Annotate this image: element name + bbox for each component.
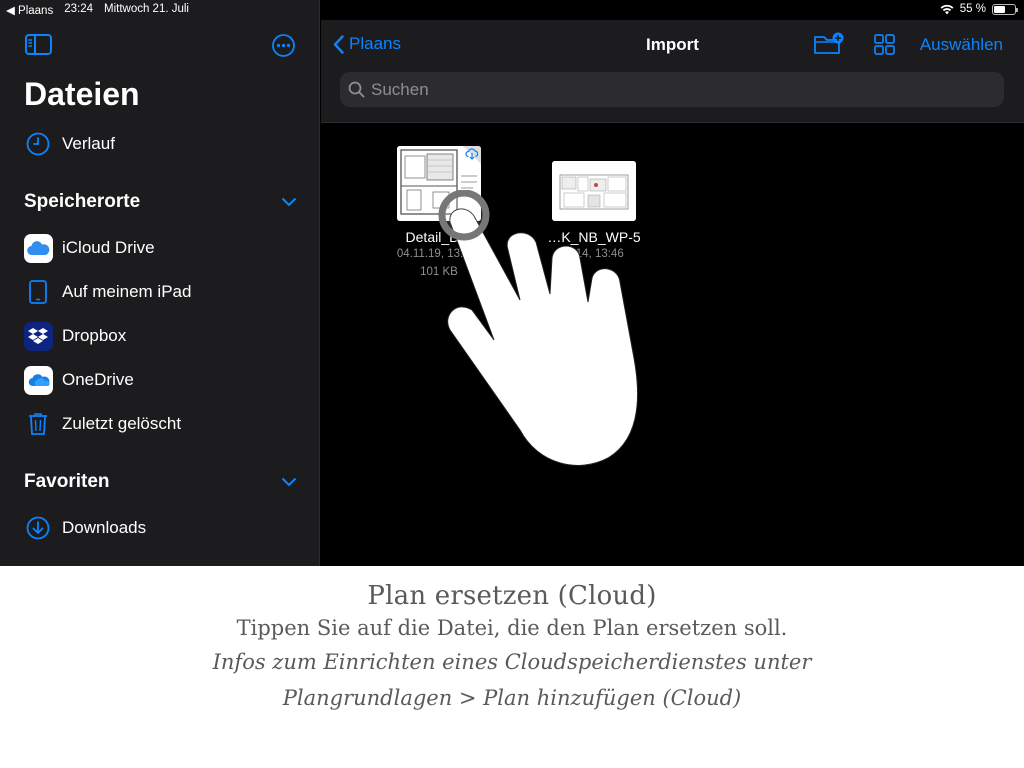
clock-icon — [23, 129, 53, 159]
ipad-screen: ◀ Plaans 23:24 Mittwoch 21. Juli 55 % Da… — [0, 0, 1024, 566]
view-toggle-button[interactable] — [874, 34, 895, 60]
sidebar: Dateien Verlauf Speicherorte iCloud Driv… — [0, 0, 320, 566]
caption-note-line-1: Infos zum Einrichten eines Cloudspeicher… — [212, 650, 812, 674]
sidebar-item-label: Dropbox — [62, 326, 127, 345]
select-button[interactable]: Auswählen — [920, 35, 1003, 55]
sidebar-item-verlauf[interactable]: Verlauf — [0, 124, 320, 164]
section-header-favorites[interactable]: Favoriten — [24, 471, 110, 493]
sidebar-item-label: iCloud Drive — [62, 238, 155, 257]
grid-icon — [874, 34, 895, 55]
more-options-icon[interactable] — [272, 34, 295, 57]
battery-fill — [994, 5, 1005, 13]
caption-text: Tippen Sie auf die Datei, die den Plan e… — [236, 616, 788, 640]
chevron-left-icon — [333, 34, 344, 54]
sidebar-item-label: OneDrive — [62, 370, 134, 389]
sidebar-item-label: Zuletzt gelöscht — [62, 414, 182, 433]
status-time: 23:24 — [64, 3, 93, 15]
caption-note-line-2: Plangrundlagen > Plan hinzufügen (Cloud) — [282, 686, 742, 710]
status-date: Mittwoch 21. Juli — [103, 3, 189, 15]
navigation-bar: Plaans Import Auswählen — [321, 20, 1024, 123]
instruction-caption: Plan ersetzen (Cloud) Tippen Sie auf die… — [0, 566, 1024, 768]
chevron-down-icon[interactable] — [281, 197, 297, 207]
download-icon — [23, 513, 53, 543]
tap-gesture-hand-icon — [438, 190, 639, 466]
new-folder-button[interactable] — [813, 32, 845, 61]
search-bar[interactable] — [340, 72, 1004, 107]
sidebar-item-dropbox[interactable]: Dropbox — [0, 316, 320, 356]
ipad-icon — [23, 277, 53, 307]
sidebar-item-downloads[interactable]: Downloads — [0, 508, 320, 548]
page-title: Import — [646, 35, 699, 54]
chevron-down-icon[interactable] — [281, 477, 297, 487]
icloud-icon — [23, 233, 53, 263]
sidebar-item-label: Auf meinem iPad — [62, 282, 192, 301]
sidebar-item-icloud-drive[interactable]: iCloud Drive — [0, 228, 320, 268]
sidebar-toggle-icon[interactable] — [25, 34, 52, 55]
sidebar-item-label: Verlauf — [62, 134, 115, 153]
dropbox-icon — [23, 321, 53, 351]
onedrive-icon — [23, 365, 53, 395]
search-input[interactable] — [371, 79, 971, 100]
back-button[interactable]: Plaans — [333, 34, 401, 54]
battery-icon — [992, 3, 1018, 15]
sidebar-item-on-my-ipad[interactable]: Auf meinem iPad — [0, 272, 320, 312]
sidebar-item-recently-deleted[interactable]: Zuletzt gelöscht — [0, 404, 320, 444]
wifi-icon — [940, 4, 954, 14]
cloud-download-icon — [465, 148, 479, 160]
back-button-label: Plaans — [349, 34, 401, 53]
caption-title: Plan ersetzen (Cloud) — [367, 581, 657, 611]
section-header-locations[interactable]: Speicherorte — [24, 191, 140, 213]
back-to-app-link[interactable]: ◀ Plaans — [6, 3, 53, 17]
sidebar-item-label: Downloads — [62, 518, 147, 537]
sidebar-title: Dateien — [24, 76, 140, 112]
sidebar-item-onedrive[interactable]: OneDrive — [0, 360, 320, 400]
trash-icon — [23, 409, 53, 439]
search-icon — [348, 81, 365, 98]
status-bar: ◀ Plaans 23:24 Mittwoch 21. Juli 55 % — [0, 0, 1024, 20]
folder-add-icon — [814, 32, 844, 54]
battery-percent: 55 % — [959, 3, 986, 15]
